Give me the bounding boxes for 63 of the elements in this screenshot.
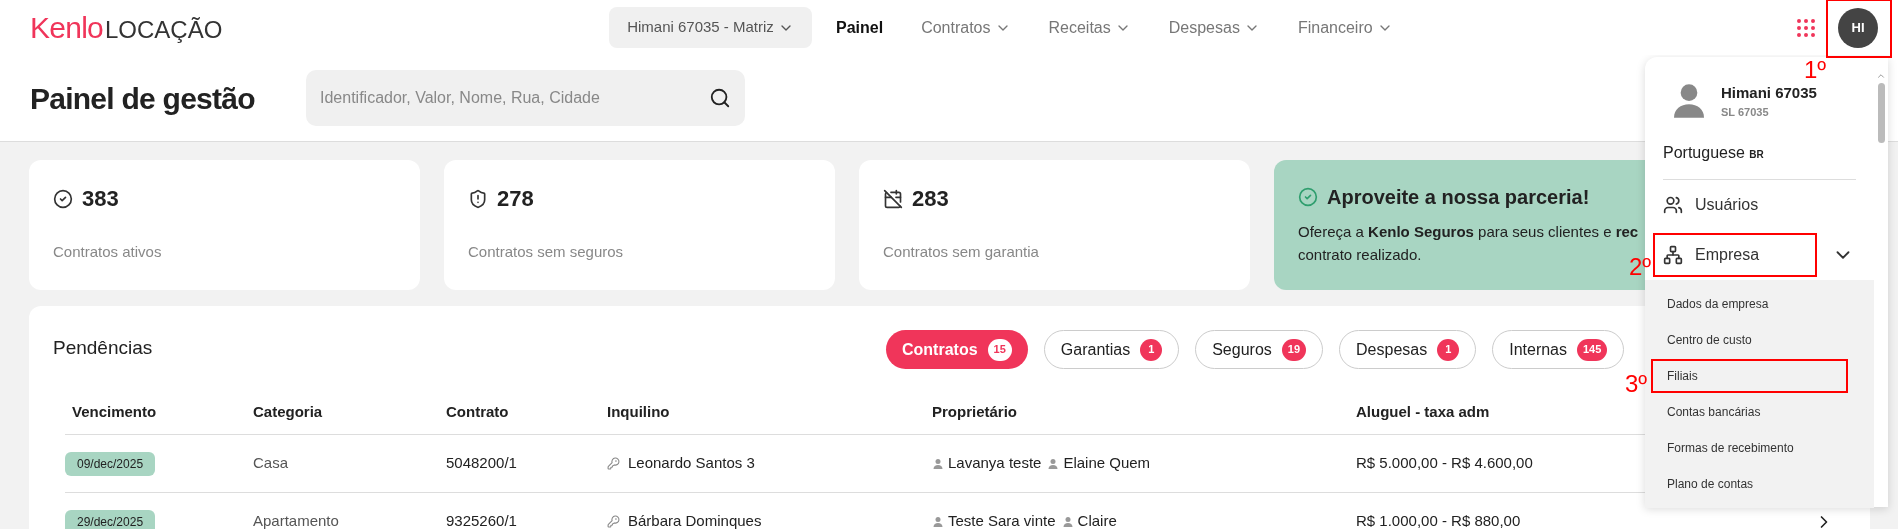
submenu-item[interactable]: Centro de custo	[1653, 324, 1846, 356]
menu-item[interactable]: Usuários	[1663, 193, 1807, 217]
page-title: Painel de gestão	[30, 80, 256, 117]
table-cell-text: Elaine Quem	[1063, 453, 1151, 474]
filter-pill[interactable]: Contratos 15	[886, 330, 1028, 369]
nav-tab[interactable]: Despesas	[1168, 15, 1260, 40]
column-header: Contrato	[446, 402, 509, 423]
submenu-item[interactable]: Filiais	[1653, 360, 1846, 392]
column-header: Vencimento	[71, 402, 157, 423]
table-cell-text: Casa	[253, 453, 290, 474]
column-header: Inquilino	[607, 402, 670, 423]
due-date-badge: 09/dec/2025	[65, 451, 156, 476]
logo-brand: Kenlo	[30, 12, 103, 43]
table-cell-text: R$ 5.000,00 - R$ 4.600,00	[1356, 453, 1533, 474]
stat-label: Contratos sem seguros	[468, 242, 625, 262]
count-badge: 1	[1140, 338, 1163, 361]
nav-tab[interactable]: Painel	[836, 15, 884, 40]
search-input[interactable]: Identificador, Valor, Nome, Rua, Cidade	[320, 86, 709, 110]
table-cell-text: Bárbara Dominques	[628, 511, 762, 529]
count-badge: 1	[1437, 338, 1460, 361]
table-cell-text: 5048200/1	[446, 453, 518, 474]
nav-tab[interactable]: Contratos	[921, 15, 1011, 40]
logo-product: LOCAÇÃO	[105, 17, 223, 42]
company-select[interactable]: Himani 67035 - Matriz	[609, 7, 812, 48]
stat-value: 383	[82, 185, 119, 213]
stat-label: Contratos sem garantia	[883, 242, 1040, 262]
nav-tab[interactable]: Financeiro	[1297, 15, 1393, 40]
user-name: Himani 67035	[1721, 82, 1817, 103]
stat-value: 278	[497, 185, 534, 213]
avatar-button[interactable]: HI	[1838, 7, 1878, 48]
table-cell-text: Claire	[1077, 511, 1117, 529]
search-bar[interactable]: Identificador, Valor, Nome, Rua, Cidade	[306, 70, 745, 126]
submenu-item[interactable]: Plano de contas	[1653, 468, 1846, 500]
filter-pill[interactable]: Internas 145	[1492, 330, 1625, 369]
submenu-item[interactable]: Contas bancárias	[1653, 396, 1846, 428]
table-cell-text: Teste Sara vinte	[948, 511, 1056, 529]
user-code: SL 67035	[1721, 105, 1770, 120]
table-cell-text: Lavanya teste	[948, 453, 1042, 474]
due-date-badge: 29/dec/2025	[65, 509, 156, 529]
nav-tab[interactable]: Receitas	[1048, 15, 1131, 40]
language-select[interactable]: Portuguese BR	[1663, 141, 1856, 180]
submenu-item[interactable]: Formas de recebimento	[1653, 432, 1846, 464]
filter-pill[interactable]: Garantias 1	[1043, 330, 1180, 369]
menu-item[interactable]: Empresa	[1663, 243, 1807, 267]
column-header: Categoria	[253, 402, 323, 423]
count-badge: 145	[1577, 338, 1608, 361]
stat-label: Contratos ativos	[53, 242, 163, 262]
stat-value: 283	[912, 185, 949, 213]
table-cell-text: R$ 1.000,00 - R$ 880,00	[1356, 511, 1521, 529]
count-badge: 19	[1281, 338, 1307, 361]
promo-title: Aproveite a nossa parceria!	[1327, 185, 1590, 210]
annotation-label: 3º	[1624, 372, 1647, 396]
table-cell-text: Apartamento	[253, 511, 340, 529]
count-badge: 15	[987, 338, 1012, 361]
table-cell-text: 9325260/1	[446, 511, 518, 529]
submenu-item[interactable]: Dados da empresa	[1653, 288, 1846, 320]
filter-pill[interactable]: Seguros 19	[1195, 330, 1324, 369]
table-cell-text: Leonardo Santos 3	[628, 453, 755, 474]
panel-title: Pendências	[53, 336, 154, 360]
filter-pill[interactable]: Despesas 1	[1339, 330, 1477, 369]
column-header: Proprietário	[932, 402, 1018, 423]
annotation-label: 1º	[1803, 57, 1826, 82]
column-header: Aluguel - taxa adm	[1356, 402, 1490, 423]
